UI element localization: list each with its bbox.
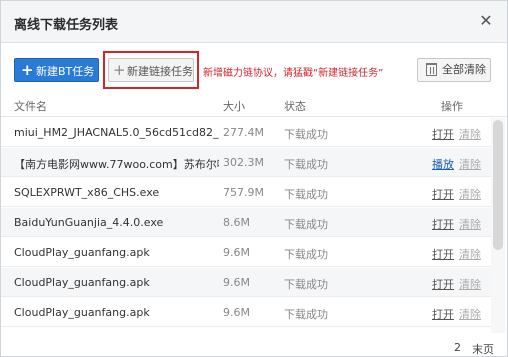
clear-link[interactable]: 清除 <box>459 246 481 262</box>
file-size: 9.6M <box>223 306 250 319</box>
offline-download-dialog: 离线下载任务列表 ✕ + 新建BT任务 +新建链接任务 新增磁力链协议，请猛戳“新… <box>0 0 508 357</box>
open-link[interactable]: 打开 <box>432 276 454 292</box>
task-status: 下载成功 <box>284 158 328 171</box>
table-row: 【南方电影网www.77woo.com】苏布尔嗄风云 302.3M 下载成功 播… <box>1 148 491 177</box>
new-link-task-label: 新建链接任务 <box>127 65 193 78</box>
open-link[interactable]: 打开 <box>432 216 454 232</box>
task-status: 下载成功 <box>284 218 328 231</box>
file-size: 302.3M <box>223 156 264 169</box>
open-link[interactable]: 打开 <box>432 246 454 262</box>
task-status: 下载成功 <box>284 278 328 291</box>
table-header: 文件名 大小 状态 操作 <box>1 93 507 117</box>
open-link[interactable]: 打开 <box>432 126 454 142</box>
dialog-title: 离线下载任务列表 <box>14 18 119 33</box>
toolbar: + 新建BT任务 +新建链接任务 新增磁力链协议，请猛戳“新建链接任务” 全部清除 <box>1 44 507 90</box>
table-row: SQLEXPRWT_x86_CHS.exe 757.9M 下载成功 打开 清除 <box>1 178 491 207</box>
clear-link[interactable]: 清除 <box>459 156 481 172</box>
table-row: BaiduYunGuanjia_4.4.0.exe 8.6M 下载成功 打开 清… <box>1 208 491 237</box>
open-link[interactable]: 打开 <box>432 306 454 322</box>
header-status: 状态 <box>284 100 306 113</box>
file-size: 9.6M <box>223 246 250 259</box>
file-size: 277.4M <box>223 126 264 139</box>
current-page: 2 <box>454 341 461 354</box>
file-size: 757.9M <box>223 186 264 199</box>
header-size: 大小 <box>223 100 245 113</box>
dialog-titlebar: 离线下载任务列表 ✕ <box>1 1 507 43</box>
clear-link[interactable]: 清除 <box>459 216 481 232</box>
task-list: miui_HM2_JHACNAL5.0_56cd51cd82_4.2.zip 2… <box>1 118 491 338</box>
file-size: 9.6M <box>223 276 250 289</box>
clear-link[interactable]: 清除 <box>459 186 481 202</box>
table-row: miui_HM2_JHACNAL5.0_56cd51cd82_4.2.zip 2… <box>1 118 491 147</box>
task-status: 下载成功 <box>284 128 328 141</box>
new-bt-task-label: 新建BT任务 <box>36 65 95 78</box>
file-name: BaiduYunGuanjia_4.4.0.exe <box>14 216 164 229</box>
clear-link[interactable]: 清除 <box>459 276 481 292</box>
file-name: CloudPlay_guanfang.apk <box>14 246 150 259</box>
file-name: 【南方电影网www.77woo.com】苏布尔嗄风云 <box>14 158 219 171</box>
new-link-task-button[interactable]: +新建链接任务 <box>108 58 194 82</box>
plus-icon: + <box>21 61 34 79</box>
clear-link[interactable]: 清除 <box>459 126 481 142</box>
clear-link[interactable]: 清除 <box>459 306 481 322</box>
scrollbar-thumb[interactable] <box>493 120 503 250</box>
table-row: CloudPlay_guanfang.apk 9.6M 下载成功 打开 清除 <box>1 238 491 267</box>
trash-icon <box>426 63 437 76</box>
plus-icon: + <box>113 61 126 79</box>
file-name: CloudPlay_guanfang.apk <box>14 276 150 289</box>
file-name: miui_HM2_JHACNAL5.0_56cd51cd82_4.2.zip <box>14 126 219 139</box>
clear-all-label: 全部清除 <box>442 63 486 76</box>
clear-all-button[interactable]: 全部清除 <box>417 58 491 82</box>
close-icon[interactable]: ✕ <box>477 12 495 30</box>
last-page-link[interactable]: 末页 <box>472 341 494 357</box>
magnet-hint-text: 新增磁力链协议，请猛戳“新建链接任务” <box>203 68 384 79</box>
task-status: 下载成功 <box>284 188 328 201</box>
open-link[interactable]: 打开 <box>432 186 454 202</box>
task-status: 下载成功 <box>284 248 328 261</box>
task-status: 下载成功 <box>284 308 328 321</box>
table-row: CloudPlay_guanfang.apk 9.6M 下载成功 打开 清除 <box>1 268 491 297</box>
pagination: 2 末页 <box>1 338 507 356</box>
file-size: 8.6M <box>223 216 250 229</box>
table-row: CloudPlay_guanfang.apk 9.6M 下载成功 打开 清除 <box>1 298 491 327</box>
header-filename: 文件名 <box>14 100 47 113</box>
new-bt-task-button[interactable]: + 新建BT任务 <box>14 58 99 82</box>
vertical-scrollbar[interactable] <box>491 118 505 333</box>
file-name: CloudPlay_guanfang.apk <box>14 306 150 319</box>
file-name: SQLEXPRWT_x86_CHS.exe <box>14 186 160 199</box>
header-action: 操作 <box>441 100 463 113</box>
play-link[interactable]: 播放 <box>432 156 454 172</box>
